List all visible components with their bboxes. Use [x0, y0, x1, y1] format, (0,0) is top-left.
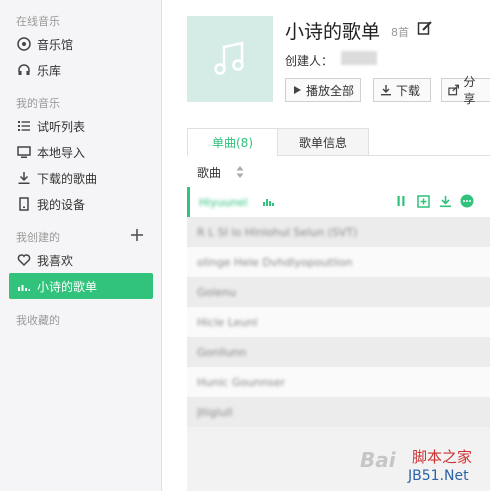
column-header-song: 歌曲 [197, 165, 222, 180]
song-row[interactable]: Gonllunn [187, 337, 490, 367]
list-icon [16, 118, 32, 134]
share-button[interactable]: 分享 [441, 75, 490, 106]
section-title-my-music: 我的音乐 [16, 97, 60, 110]
playlist-tabs: 单曲(8) 歌单信息 [187, 128, 490, 156]
device-icon [16, 196, 32, 212]
song-title: Hicle Leunl [197, 315, 258, 329]
song-row[interactable]: Hunic Gounnsen [187, 367, 490, 397]
add-to-icon[interactable] [416, 194, 430, 208]
heart-icon [16, 252, 32, 268]
song-row[interactable]: olinge Hele Dvhdlyopoutlion [187, 247, 490, 277]
play-icon [294, 86, 301, 94]
song-row[interactable]: Jlliglull [187, 397, 490, 427]
watermark: Bai 脚本之家 JB51.Net [360, 440, 490, 491]
playlist-song-count: 8首 [391, 26, 409, 39]
sidebar-item-label: 本地导入 [37, 145, 86, 160]
song-row[interactable]: Golenul [187, 277, 490, 307]
song-title: Gonllunn [197, 345, 247, 359]
sidebar-item-music-hall[interactable]: 音乐馆 [9, 32, 153, 56]
play-all-label: 播放全部 [306, 83, 355, 98]
song-title: Hunic Gounnsen [197, 375, 285, 389]
song-title: Jlliglull [197, 405, 233, 419]
sidebar-item-label: 小诗的歌单 [37, 279, 98, 294]
sidebar-item-label: 音乐馆 [37, 37, 74, 52]
sidebar-item-xiaoshi-playlist[interactable]: 小诗的歌单 [9, 273, 153, 299]
song-title: R L SI lo Hlnlohul Selun (SVT) [197, 225, 358, 239]
edit-icon[interactable] [417, 20, 433, 36]
playlist-cover[interactable] [187, 16, 273, 102]
sidebar-item-favorites[interactable]: 我喜欢 [9, 248, 153, 272]
plus-icon [131, 229, 143, 241]
song-row[interactable]: R L SI lo Hlnlohul Selun (SVT) [187, 217, 490, 247]
pause-icon[interactable] [394, 194, 408, 208]
playing-indicator-icon [263, 198, 275, 206]
creator-label: 创建人： [285, 54, 334, 68]
sort-icon[interactable] [235, 165, 245, 179]
download-icon[interactable] [438, 194, 452, 208]
sidebar-item-local-import[interactable]: 本地导入 [9, 140, 153, 164]
main-panel: 小诗的歌单 8首 创建人： gikeu 播放全部 下载 分享 单曲(8) 歌单信… [163, 0, 490, 491]
download-button[interactable]: 下载 [373, 78, 431, 102]
sidebar: 在线音乐 音乐馆 乐库 我的音乐 试听列表 本地导入 下载的歌曲 我的设备 我创… [0, 0, 162, 491]
tab-songs[interactable]: 单曲(8) [187, 128, 278, 156]
song-title: Hiyuunel [199, 195, 248, 209]
sidebar-item-label: 我喜欢 [37, 253, 74, 268]
watermark-site-en: JB51.Net [408, 468, 469, 484]
sidebar-item-downloaded[interactable]: 下载的歌曲 [9, 166, 153, 190]
song-title: Golenul [197, 285, 237, 299]
song-row[interactable]: Hicle Leunl [187, 307, 490, 337]
download-icon [381, 85, 391, 96]
watermark-brand: Bai [360, 448, 396, 472]
section-title-created: 我创建的 [16, 231, 60, 244]
share-label: 分享 [463, 75, 476, 106]
tab-playlist-info[interactable]: 歌单信息 [277, 128, 369, 156]
download-icon [16, 170, 32, 186]
watermark-site-cn: 脚本之家 [412, 448, 473, 466]
playlist-title: 小诗的歌单 [285, 21, 381, 43]
headphones-icon [16, 62, 32, 78]
sidebar-item-label: 乐库 [37, 63, 62, 78]
equalizer-icon [16, 278, 32, 294]
play-all-button[interactable]: 播放全部 [285, 78, 361, 102]
song-row[interactable]: Hiyuunel [187, 187, 490, 217]
add-playlist-button[interactable] [130, 228, 144, 242]
section-title-collected: 我收藏的 [16, 314, 60, 327]
music-note-icon [214, 41, 244, 75]
monitor-icon [16, 144, 32, 160]
sidebar-item-my-device[interactable]: 我的设备 [9, 192, 153, 216]
sidebar-item-label: 试听列表 [37, 119, 86, 134]
sidebar-item-library[interactable]: 乐库 [9, 58, 153, 82]
song-title: olinge Hele Dvhdlyopoutlion [197, 255, 353, 269]
creator-name[interactable]: gikeu [341, 51, 377, 65]
download-label: 下载 [396, 83, 421, 98]
more-icon[interactable] [460, 194, 474, 208]
song-list-header: 歌曲 [187, 157, 490, 187]
sidebar-item-trial-list[interactable]: 试听列表 [9, 114, 153, 138]
section-title-online: 在线音乐 [16, 15, 60, 28]
row-actions [394, 194, 474, 208]
share-icon [448, 84, 459, 96]
sidebar-item-label: 我的设备 [37, 197, 86, 212]
disc-icon [16, 36, 32, 52]
sidebar-item-label: 下载的歌曲 [37, 171, 98, 186]
